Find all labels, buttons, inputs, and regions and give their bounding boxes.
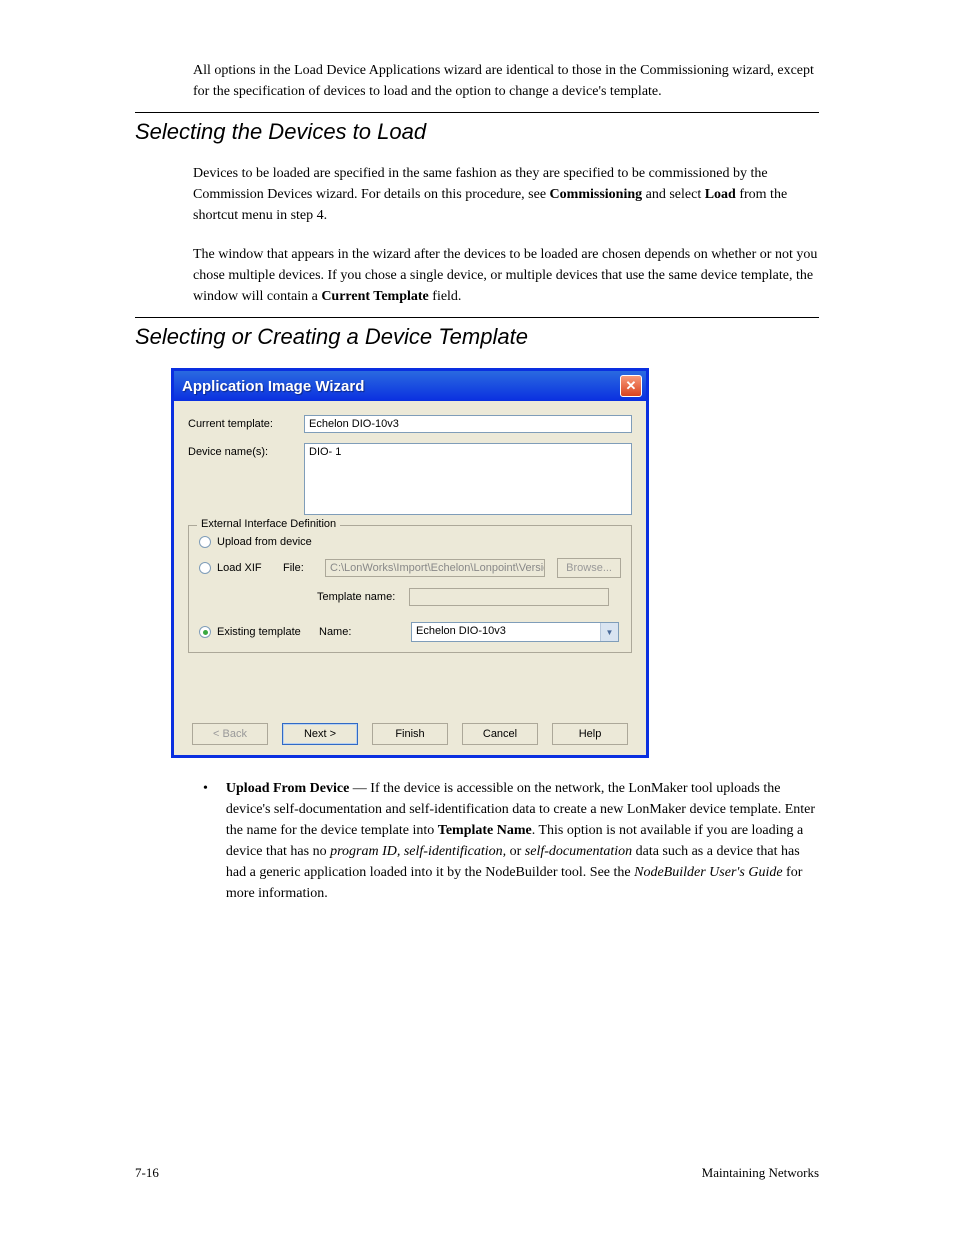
footer-section-title: Maintaining Networks xyxy=(702,1165,819,1181)
dialog-button-row: < Back Next > Finish Cancel Help xyxy=(188,723,632,745)
sec1-p2-current-template: Current Template xyxy=(321,289,428,304)
radio-load-xif[interactable] xyxy=(199,562,211,574)
name-label: Name: xyxy=(319,626,405,638)
radio-existing-label: Existing template xyxy=(217,626,313,638)
template-name-input xyxy=(409,588,609,606)
heading-selecting-template: Selecting or Creating a Device Template xyxy=(135,324,819,350)
footer-page-number: 7-16 xyxy=(135,1165,159,1181)
file-label: File: xyxy=(283,562,319,574)
bullet-e: or xyxy=(510,844,522,859)
bullet-icon: • xyxy=(203,778,208,904)
sec1-p2-c: field. xyxy=(429,289,462,304)
current-template-label: Current template: xyxy=(188,415,296,430)
close-icon: ✕ xyxy=(626,378,637,394)
external-interface-fieldset: External Interface Definition Upload fro… xyxy=(188,525,632,653)
bullet-text: Upload From Device — If the device is ac… xyxy=(226,778,819,904)
heading-selecting-devices: Selecting the Devices to Load xyxy=(135,119,819,145)
file-path-input: C:\LonWorks\Import\Echelon\Lonpoint\Vers… xyxy=(325,559,545,577)
radio-existing-template[interactable] xyxy=(199,626,211,638)
device-names-label: Device name(s): xyxy=(188,443,296,458)
next-button[interactable]: Next > xyxy=(282,723,358,745)
bullet-f: self-documentation xyxy=(521,844,632,859)
intro-paragraph: All options in the Load Device Applicati… xyxy=(193,60,819,102)
existing-template-select[interactable]: Echelon DIO-10v3 ▼ xyxy=(411,622,619,642)
bullet-template-name: Template Name xyxy=(438,823,532,838)
rule-2 xyxy=(135,317,819,318)
dialog-body: Current template: Device name(s): Extern… xyxy=(174,401,646,755)
radio-upload-label: Upload from device xyxy=(217,536,312,548)
radio-loadxif-label: Load XIF xyxy=(217,562,277,574)
sec1-p1-commissioning: Commissioning xyxy=(550,187,643,202)
device-names-textarea[interactable] xyxy=(304,443,632,515)
bullet-d: program ID, self-identification, xyxy=(330,844,510,859)
bullet-upload-from-device: • Upload From Device — If the device is … xyxy=(203,778,819,904)
sec1-p1: Devices to be loaded are specified in th… xyxy=(193,163,819,226)
select-value: Echelon DIO-10v3 xyxy=(412,623,600,641)
sec1-p2-a: The window that appears in the wizard af… xyxy=(193,247,817,304)
rule-1 xyxy=(135,112,819,113)
bullet-h: NodeBuilder User's Guide xyxy=(634,865,782,880)
browse-button[interactable]: Browse... xyxy=(557,558,621,578)
finish-button[interactable]: Finish xyxy=(372,723,448,745)
dialog-title: Application Image Wizard xyxy=(182,378,364,395)
sec1-p1-mid: and select xyxy=(642,187,705,202)
sec1-p2: The window that appears in the wizard af… xyxy=(193,244,819,307)
back-button[interactable]: < Back xyxy=(192,723,268,745)
current-template-input[interactable] xyxy=(304,415,632,433)
sec1-p1-load: Load xyxy=(705,187,736,202)
radio-upload-from-device[interactable] xyxy=(199,536,211,548)
bullet-lead: Upload From Device xyxy=(226,781,349,796)
chevron-down-icon: ▼ xyxy=(600,623,618,641)
close-button[interactable]: ✕ xyxy=(620,375,642,397)
template-name-label: Template name: xyxy=(317,591,403,603)
fieldset-legend: External Interface Definition xyxy=(197,518,340,530)
application-image-wizard-dialog: Application Image Wizard ✕ Current templ… xyxy=(171,368,649,758)
dialog-titlebar[interactable]: Application Image Wizard ✕ xyxy=(174,371,646,401)
cancel-button[interactable]: Cancel xyxy=(462,723,538,745)
help-button[interactable]: Help xyxy=(552,723,628,745)
